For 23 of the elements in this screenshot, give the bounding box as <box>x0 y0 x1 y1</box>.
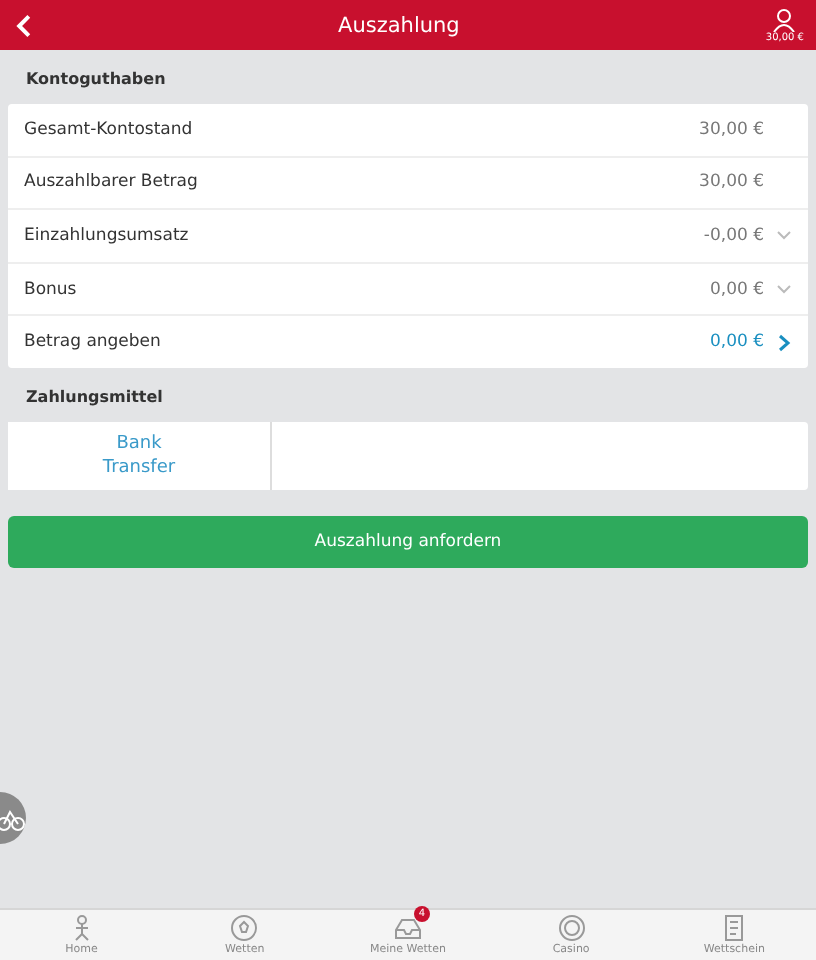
page-title: Auszahlung <box>336 13 462 37</box>
chevron-down-icon[interactable] <box>776 284 792 295</box>
document-icon <box>720 914 749 942</box>
ball-icon <box>230 914 259 942</box>
chip-icon <box>557 914 586 942</box>
row-label: Betrag angeben <box>24 332 163 353</box>
row-label: Gesamt-Kontostand <box>24 119 195 140</box>
row-label: Bonus <box>24 279 79 300</box>
row-value: 0,00 € <box>709 279 764 300</box>
submit-button[interactable]: Auszahlung anfordern <box>8 515 808 568</box>
chevron-right-icon[interactable] <box>776 333 792 352</box>
back-icon[interactable] <box>16 13 32 37</box>
section-title: Zahlungsmittel <box>24 385 165 410</box>
row-label: Einzahlungsumsatz <box>24 225 191 246</box>
payment-method[interactable]: Bank Transfer <box>8 421 272 490</box>
row-value: 30,00 € <box>699 119 764 140</box>
inbox-icon <box>393 914 422 942</box>
chevron-down-icon[interactable] <box>776 230 792 241</box>
row-value: -0,00 € <box>703 225 764 246</box>
row-label: Auszahlbarer Betrag <box>24 172 200 193</box>
row-value[interactable]: 0,00 € <box>709 332 764 353</box>
section-title: Kontoguthaben <box>24 68 168 92</box>
row-value: 30,00 € <box>699 172 764 193</box>
